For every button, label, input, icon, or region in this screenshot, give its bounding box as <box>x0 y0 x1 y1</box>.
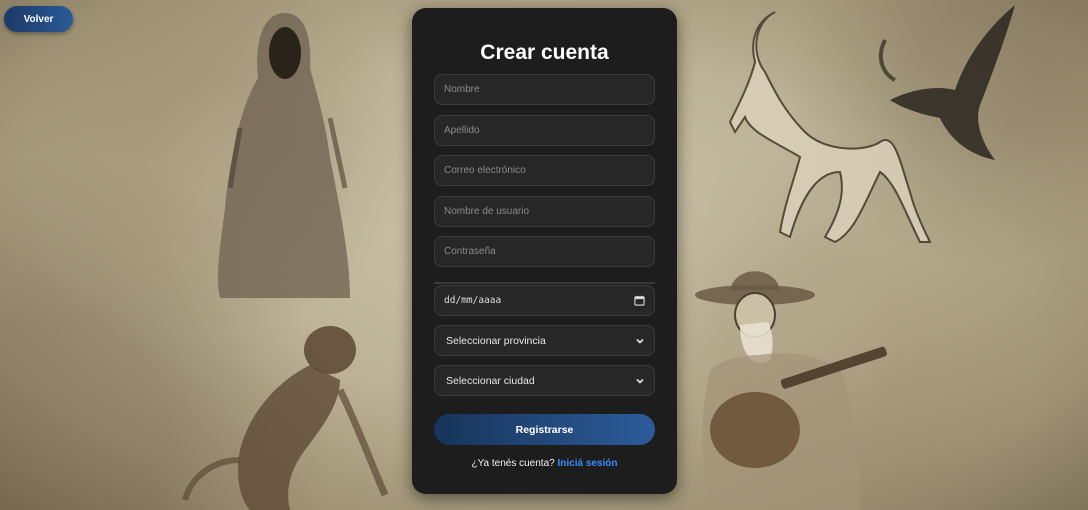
first-name-field[interactable]: Nombre <box>434 74 655 105</box>
register-card: Crear cuenta Nombre Apellido Correo elec… <box>412 8 677 494</box>
register-button[interactable]: Registrarse <box>434 414 655 445</box>
creature-illustration <box>182 326 389 510</box>
password-placeholder: Contraseña <box>444 246 496 257</box>
login-prompt-line: ¿Ya tenés cuenta? Iniciá sesión <box>412 458 677 469</box>
city-select[interactable]: Seleccionar ciudad <box>434 365 655 396</box>
last-name-placeholder: Apellido <box>444 125 480 136</box>
username-placeholder: Nombre de usuario <box>444 206 530 217</box>
email-field[interactable]: Correo electrónico <box>434 155 655 186</box>
form-divider <box>434 282 655 284</box>
birthdate-field[interactable]: dd/mm/aaaa <box>434 285 655 316</box>
chevron-down-icon <box>636 338 644 344</box>
ghost-figure-illustration <box>217 13 350 298</box>
calendar-icon[interactable] <box>634 295 645 306</box>
login-prompt-text: ¿Ya tenés cuenta? <box>471 458 555 469</box>
username-field[interactable]: Nombre de usuario <box>434 196 655 227</box>
first-name-placeholder: Nombre <box>444 84 480 95</box>
page-title: Crear cuenta <box>480 41 609 64</box>
email-placeholder: Correo electrónico <box>444 165 526 176</box>
login-link[interactable]: Iniciá sesión <box>557 458 617 469</box>
province-select[interactable]: Seleccionar provincia <box>434 325 655 356</box>
password-field[interactable]: Contraseña <box>434 236 655 267</box>
back-button[interactable]: Volver <box>4 6 73 32</box>
bird-illustration <box>878 5 1015 160</box>
chevron-down-icon <box>636 378 644 384</box>
guitar-player-illustration <box>695 271 887 510</box>
province-select-value: Seleccionar provincia <box>446 334 546 347</box>
city-select-value: Seleccionar ciudad <box>446 374 535 387</box>
birthdate-placeholder: dd/mm/aaaa <box>444 295 502 306</box>
last-name-field[interactable]: Apellido <box>434 115 655 146</box>
